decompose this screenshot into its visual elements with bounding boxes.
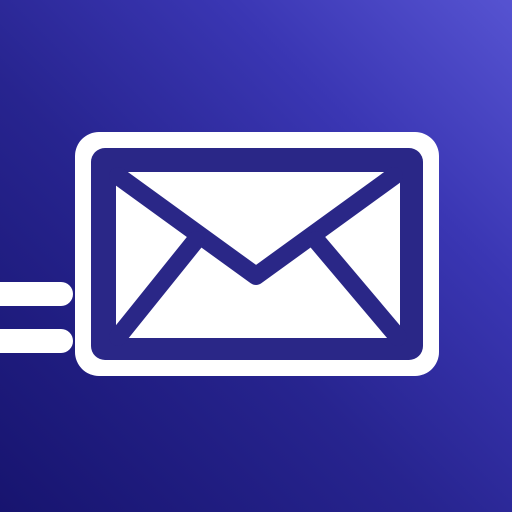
envelope-send-illustration — [0, 132, 439, 376]
speed-lines-icon — [0, 282, 73, 353]
envelope-icon — [75, 132, 439, 376]
speed-line-top — [0, 282, 73, 306]
speed-line-bottom — [0, 329, 73, 353]
mail-app-icon[interactable] — [0, 0, 512, 512]
